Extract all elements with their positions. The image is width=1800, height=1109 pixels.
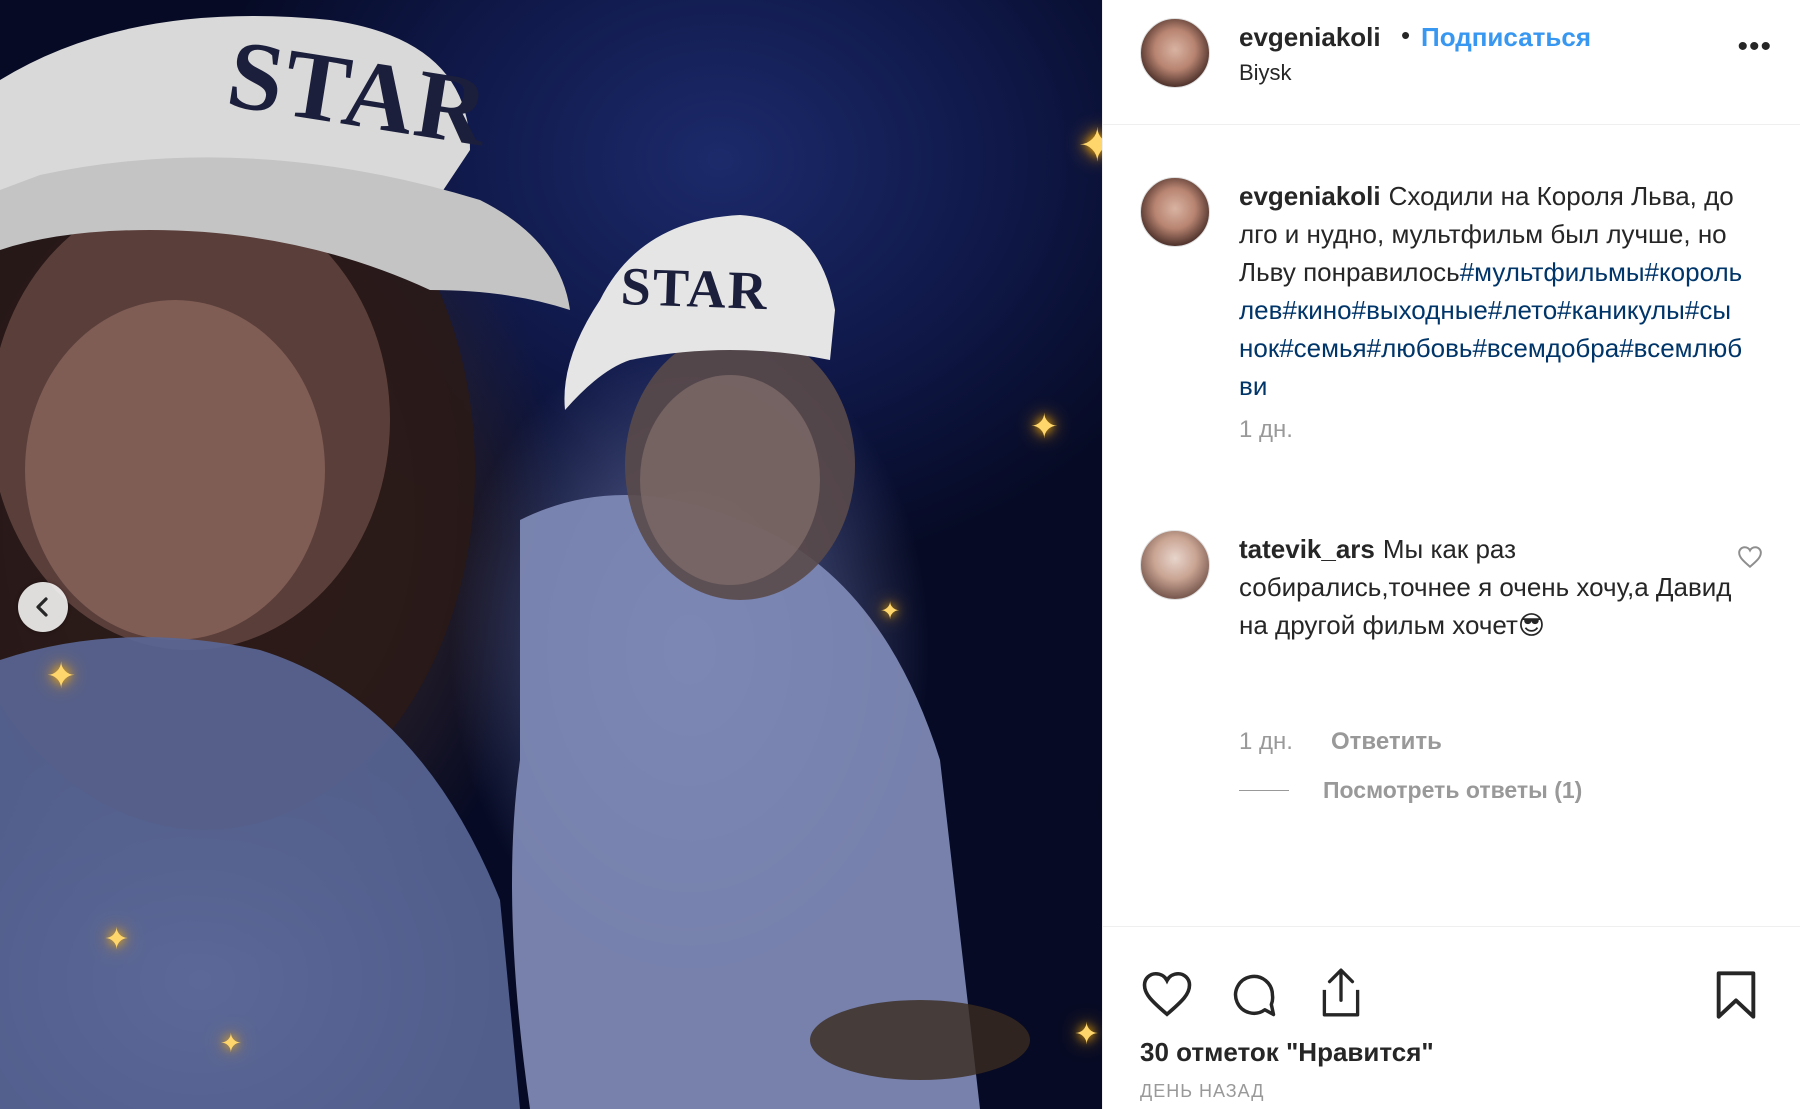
chevron-left-icon — [36, 597, 48, 617]
sparkle-icon: ✦ — [46, 655, 77, 696]
post-date: ДЕНЬ НАЗАД — [1140, 1081, 1265, 1101]
cap-text-small: STAR — [619, 255, 770, 322]
comment-bubble-icon[interactable] — [1228, 969, 1280, 1021]
caption-username[interactable]: evgeniakoli — [1239, 181, 1381, 211]
previous-photo-button[interactable] — [18, 582, 68, 632]
comment-time: 1 дн. — [1239, 728, 1293, 755]
post-photo[interactable]: STAR STAR ✦ ✦ ✦ ✦ ✦ ✦ ✦ ✦ ✦ — [0, 0, 1102, 1109]
view-replies-label: Посмотреть ответы (1) — [1323, 777, 1583, 803]
reply-button[interactable]: Ответить — [1331, 728, 1442, 755]
bookmark-icon[interactable] — [1713, 969, 1759, 1021]
photo-figures — [0, 16, 1030, 1109]
commenter-avatar[interactable] — [1140, 530, 1210, 600]
commenter-username[interactable]: tatevik_ars — [1239, 534, 1375, 564]
caption-avatar[interactable] — [1140, 177, 1210, 247]
sparkle-icon: ✦ — [1078, 119, 1102, 171]
post-side-panel: evgeniakoli • Подписаться Biysk ••• evge… — [1102, 0, 1800, 1109]
comments-section: evgeniakoli Сходили на Короля Льва, долго… — [1103, 125, 1800, 925]
comment-text: tatevik_ars Мы как раз собирались,точнее … — [1239, 530, 1744, 644]
replies-divider — [1239, 790, 1289, 791]
more-options-button[interactable]: ••• — [1737, 30, 1772, 64]
follow-button[interactable]: Подписаться — [1421, 22, 1591, 53]
author-username[interactable]: evgeniakoli — [1239, 22, 1381, 53]
sparkle-icon: ✦ — [880, 598, 901, 625]
caption-text: evgeniakoli Сходили на Короля Льва, долго… — [1239, 177, 1744, 405]
view-replies-button[interactable]: Посмотреть ответы (1) — [1239, 777, 1582, 804]
comment-like-heart-icon[interactable] — [1737, 545, 1763, 569]
sparkle-icon: ✦ — [1074, 1018, 1100, 1051]
post-header: evgeniakoli • Подписаться Biysk ••• — [1103, 0, 1800, 125]
separator-dot: • — [1401, 20, 1411, 50]
comment-meta: 1 дн. Ответить — [1239, 728, 1442, 756]
caption-time: 1 дн. — [1239, 416, 1293, 443]
heart-icon[interactable] — [1140, 969, 1194, 1019]
sparkle-icon: ✦ — [104, 923, 130, 956]
likes-count[interactable]: 30 отметок "Нравится" — [1140, 1037, 1434, 1068]
sparkle-icon: ✦ — [220, 1028, 242, 1058]
share-icon[interactable] — [1316, 965, 1366, 1019]
post-location[interactable]: Biysk — [1239, 60, 1292, 86]
sparkle-icon: ✦ — [1030, 408, 1059, 446]
post-actions: 30 отметок "Нравится" ДЕНЬ НАЗАД — [1103, 926, 1800, 1101]
author-avatar[interactable] — [1140, 18, 1210, 88]
